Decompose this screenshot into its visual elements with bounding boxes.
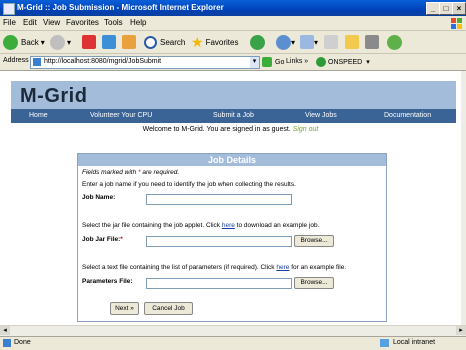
media-button[interactable] [250,34,265,50]
discuss-button[interactable] [365,34,379,50]
menu-view[interactable]: View [43,18,60,27]
close-button[interactable]: × [452,2,466,15]
minimize-button[interactable]: _ [426,2,440,15]
star-icon: ★ [191,33,204,50]
menu-tools[interactable]: Tools [104,18,123,27]
vertical-scrollbar[interactable] [461,71,466,325]
nav-view-jobs[interactable]: View Jobs [305,112,337,119]
nav-submit-job[interactable]: Submit a Job [213,112,254,119]
menu-favorites[interactable]: Favorites [66,18,99,27]
address-input[interactable]: http://localhost:8080/mgrid/JobSubmit ▾ [30,56,260,69]
messenger-button[interactable] [387,34,402,50]
links-button[interactable]: Links » [286,58,308,65]
print-button[interactable] [324,34,338,50]
folder-button[interactable] [345,34,359,50]
chevron-down-icon: ▾ [67,37,72,47]
nav-home[interactable]: Home [29,112,48,119]
menu-bar: File Edit View Favorites Tools Help [0,16,466,31]
discuss-icon [365,35,379,49]
onspeed-icon [316,57,326,67]
history-icon [276,34,291,50]
site-nav: Home Volunteer Your CPU Submit a Job Vie… [11,109,456,123]
media-icon [250,34,265,50]
job-jar-input[interactable] [146,236,292,247]
nav-documentation[interactable]: Documentation [384,112,431,119]
back-arrow-icon [3,34,18,50]
params-help: Select a text file containing the list o… [82,264,347,271]
sign-out-link[interactable]: Sign out [293,126,319,133]
params-example-link[interactable]: here [276,264,289,271]
mail-button[interactable]: ▾ [300,34,318,50]
home-button[interactable] [122,34,136,50]
chevron-down-icon: ▾ [291,37,296,47]
history-button[interactable]: ▾ [276,34,295,50]
forward-arrow-icon [50,34,65,50]
messenger-icon [387,34,402,50]
job-name-label: Job Name: [82,194,116,201]
welcome-message: Welcome to M-Grid. You are signed in as … [142,126,319,133]
jar-browse-button[interactable]: Browse... [294,235,334,247]
address-label: Address [3,57,29,64]
job-details-panel: Job Details Fields marked with * are req… [77,153,387,322]
go-arrow-icon [262,57,272,67]
search-button[interactable]: Search [144,34,185,50]
windows-logo-icon [450,16,464,30]
onspeed-button[interactable]: ONSPEED ▾ [316,56,370,68]
scroll-left-icon[interactable]: ◂ [0,326,10,335]
folder-icon [345,35,359,49]
chevron-down-icon: ▾ [366,59,370,66]
refresh-button[interactable] [102,34,116,50]
status-bar: Done Local intranet [0,336,466,350]
jar-help: Select the jar file containing the job a… [82,222,320,229]
horizontal-scrollbar[interactable]: ◂ ▸ [0,325,466,336]
toolbar: Back ▾ ▾ Search ★ Favorites ▾ ▾ [0,31,466,54]
params-browse-button[interactable]: Browse... [294,277,334,289]
scroll-right-icon[interactable]: ▸ [456,326,466,335]
params-file-label: Parameters File: [82,278,133,285]
cancel-job-button[interactable]: Cancel Job [144,302,193,315]
forward-button[interactable]: ▾ [50,34,71,50]
mail-icon [300,35,314,49]
zone-text: Local intranet [393,339,436,346]
stop-icon [82,35,96,49]
title-bar: M-Grid :: Job Submission - Microsoft Int… [0,0,466,16]
panel-heading: Job Details [78,154,386,166]
job-jar-label: Job Jar File:* [82,236,123,243]
next-button[interactable]: Next » [110,302,139,315]
chevron-down-icon: ▾ [314,37,319,47]
job-name-help: Enter a job name if you need to identify… [82,181,296,188]
menu-file[interactable]: File [3,18,16,27]
window-title: M-Grid :: Job Submission - Microsoft Int… [17,3,224,12]
chevron-down-icon[interactable]: ▾ [250,57,259,68]
chevron-down-icon: ▾ [40,37,45,47]
intranet-icon [380,339,389,347]
page-content: M-Grid Home Volunteer Your CPU Submit a … [0,71,461,325]
print-icon [324,35,338,49]
home-icon [122,35,136,49]
site-logo: M-Grid [20,85,88,107]
required-note: Fields marked with * are required. [82,169,180,176]
page-done-icon [3,339,11,347]
refresh-icon [102,35,116,49]
ie-page-icon [3,3,15,15]
nav-volunteer-cpu[interactable]: Volunteer Your CPU [90,112,152,119]
menu-edit[interactable]: Edit [23,18,37,27]
status-text: Done [14,339,31,346]
search-icon [144,35,157,49]
menu-help[interactable]: Help [130,18,146,27]
stop-button[interactable] [82,34,96,50]
job-name-input[interactable] [146,194,292,205]
back-button[interactable]: Back ▾ [3,34,45,50]
address-url: http://localhost:8080/mgrid/JobSubmit [44,58,162,65]
params-file-input[interactable] [146,278,292,289]
page-icon [33,58,41,66]
go-button[interactable]: Go [262,56,284,68]
jar-example-link[interactable]: here [222,222,235,229]
maximize-button[interactable]: □ [439,2,453,15]
favorites-button[interactable]: ★ Favorites [191,34,238,50]
